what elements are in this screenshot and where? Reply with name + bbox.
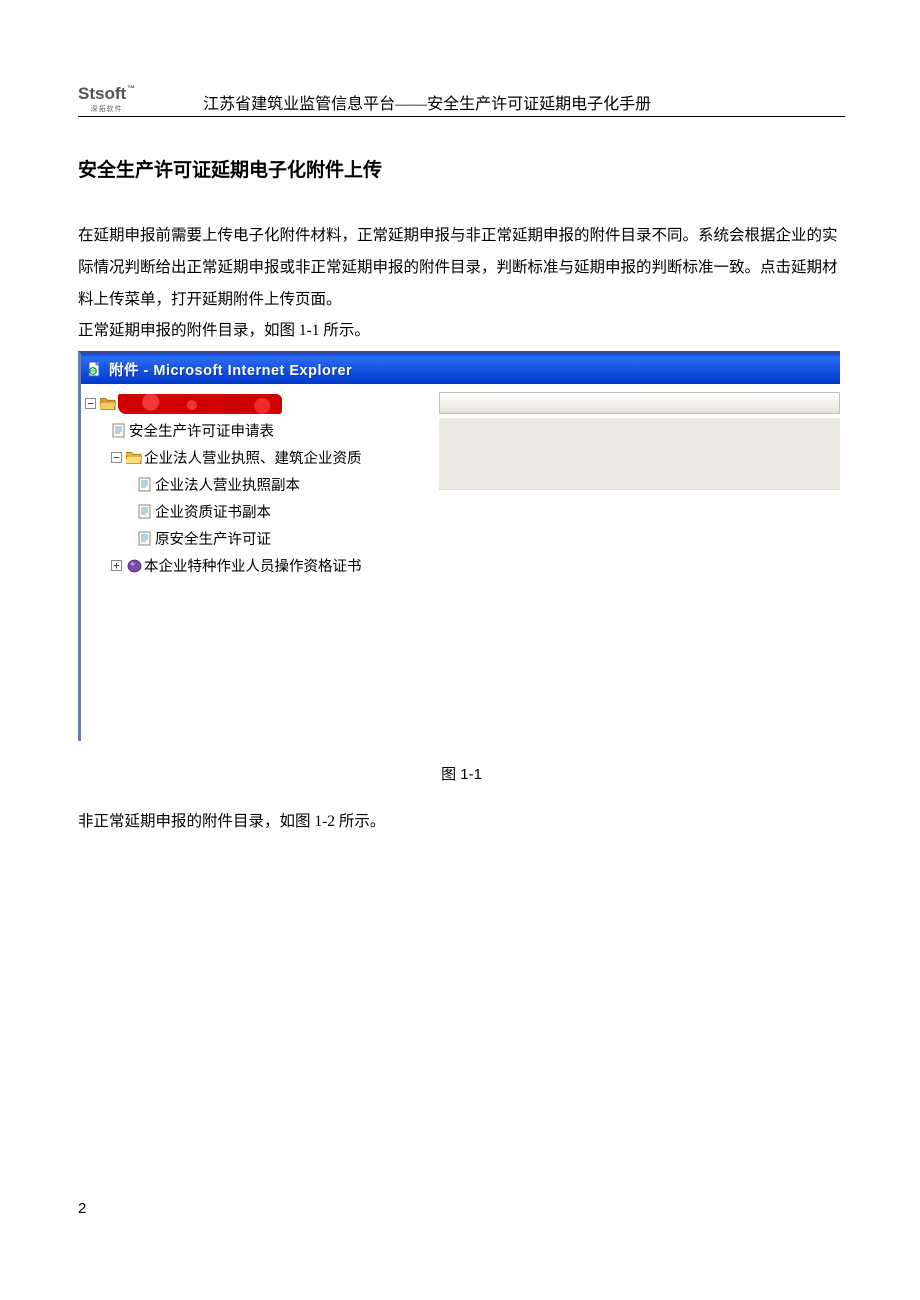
file-icon [137, 505, 153, 519]
window-titlebar: 附件 - Microsoft Internet Explorer [81, 354, 840, 384]
body-paragraph-3: 非正常延期申报的附件目录，如图 1-2 所示。 [78, 806, 845, 837]
body-paragraph-2: 正常延期申报的附件目录，如图 1-1 所示。 [78, 315, 845, 347]
toolbar-placeholder [439, 392, 840, 414]
content-placeholder [439, 418, 840, 490]
folder-red-icon [100, 397, 116, 411]
tree-node-label: 本企业特种作业人员操作资格证书 [144, 555, 362, 576]
window-title-sep: - [139, 363, 153, 379]
logo: Stsoft ™ 深拓软件 [78, 85, 135, 114]
file-icon [137, 532, 153, 546]
window-title-prefix: 附件 [109, 363, 139, 379]
file-icon [137, 478, 153, 492]
tree-node[interactable]: − [85, 390, 435, 417]
page-header-title: 江苏省建筑业监管信息平台——安全生产许可证延期电子化手册 [153, 90, 845, 114]
ie-page-icon [87, 361, 103, 377]
redacted-label [118, 394, 282, 414]
ie-window-screenshot: 附件 - Microsoft Internet Explorer −安全生产许可… [78, 351, 840, 741]
body-paragraph-1: 在延期申报前需要上传电子化附件材料，正常延期申报与非正常延期申报的附件目录不同。… [78, 220, 845, 315]
tree-pane: −安全生产许可证申请表−企业法人营业执照、建筑企业资质企业法人营业执照副本企业资… [81, 384, 439, 741]
tree-node[interactable]: 企业资质证书副本 [85, 498, 435, 525]
tree-node[interactable]: 安全生产许可证申请表 [85, 417, 435, 444]
tree-node-label: 原安全生产许可证 [155, 528, 271, 549]
folder-yellow-icon [126, 451, 142, 465]
tree-node[interactable]: 企业法人营业执照副本 [85, 471, 435, 498]
special-icon [126, 559, 142, 573]
content-pane [439, 384, 840, 741]
tree-node-label: 安全生产许可证申请表 [129, 420, 274, 441]
expand-icon[interactable]: + [111, 560, 122, 571]
tree-node-label: 企业法人营业执照副本 [155, 474, 300, 495]
tree-node-label: 企业法人营业执照、建筑企业资质 [144, 447, 362, 468]
tree-node[interactable]: + 本企业特种作业人员操作资格证书 [85, 552, 435, 579]
logo-text: Stsoft [78, 85, 126, 102]
window-title-app: Microsoft Internet Explorer [153, 363, 352, 379]
page-number: 2 [78, 1200, 86, 1217]
collapse-icon[interactable]: − [85, 398, 96, 409]
tree-node[interactable]: 原安全生产许可证 [85, 525, 435, 552]
tree-node-label: 企业资质证书副本 [155, 501, 271, 522]
logo-tm: ™ [127, 85, 135, 93]
logo-subtext: 深拓软件 [78, 104, 135, 114]
collapse-icon[interactable]: − [111, 452, 122, 463]
section-heading: 安全生产许可证延期电子化附件上传 [78, 155, 845, 182]
tree-node[interactable]: − 企业法人营业执照、建筑企业资质 [85, 444, 435, 471]
file-icon [111, 424, 127, 438]
document-header: Stsoft ™ 深拓软件 江苏省建筑业监管信息平台——安全生产许可证延期电子化… [78, 85, 845, 117]
figure-caption: 图 1-1 [78, 763, 845, 784]
